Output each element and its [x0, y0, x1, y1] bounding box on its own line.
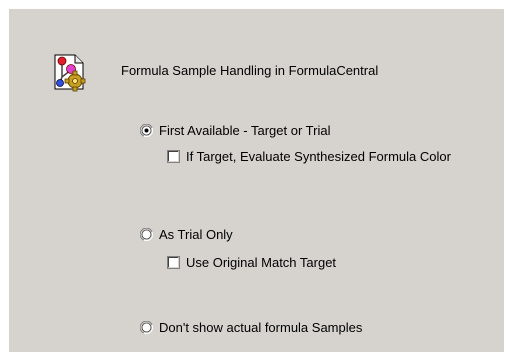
checkbox-label-use-original-match-target[interactable]: Use Original Match Target [186, 254, 336, 271]
radio-as-trial-only[interactable] [140, 228, 153, 241]
formula-molecule-gear-icon [54, 54, 86, 92]
radio-label-as-trial-only[interactable]: As Trial Only [159, 226, 233, 243]
radio-label-dont-show-samples[interactable]: Don't show actual formula Samples [159, 319, 362, 336]
radio-label-first-available[interactable]: First Available - Target or Trial [159, 122, 330, 139]
header-title: Formula Sample Handling in FormulaCentra… [121, 63, 379, 78]
checkbox-use-original-match-target[interactable] [167, 256, 180, 269]
checkbox-label-evaluate-synthesized-color[interactable]: If Target, Evaluate Synthesized Formula … [186, 148, 486, 165]
radio-dont-show-samples[interactable] [140, 321, 153, 334]
checkbox-evaluate-synthesized-color[interactable] [167, 150, 180, 163]
radio-first-available[interactable] [140, 124, 153, 137]
options-panel: Formula Sample Handling in FormulaCentra… [9, 9, 504, 352]
